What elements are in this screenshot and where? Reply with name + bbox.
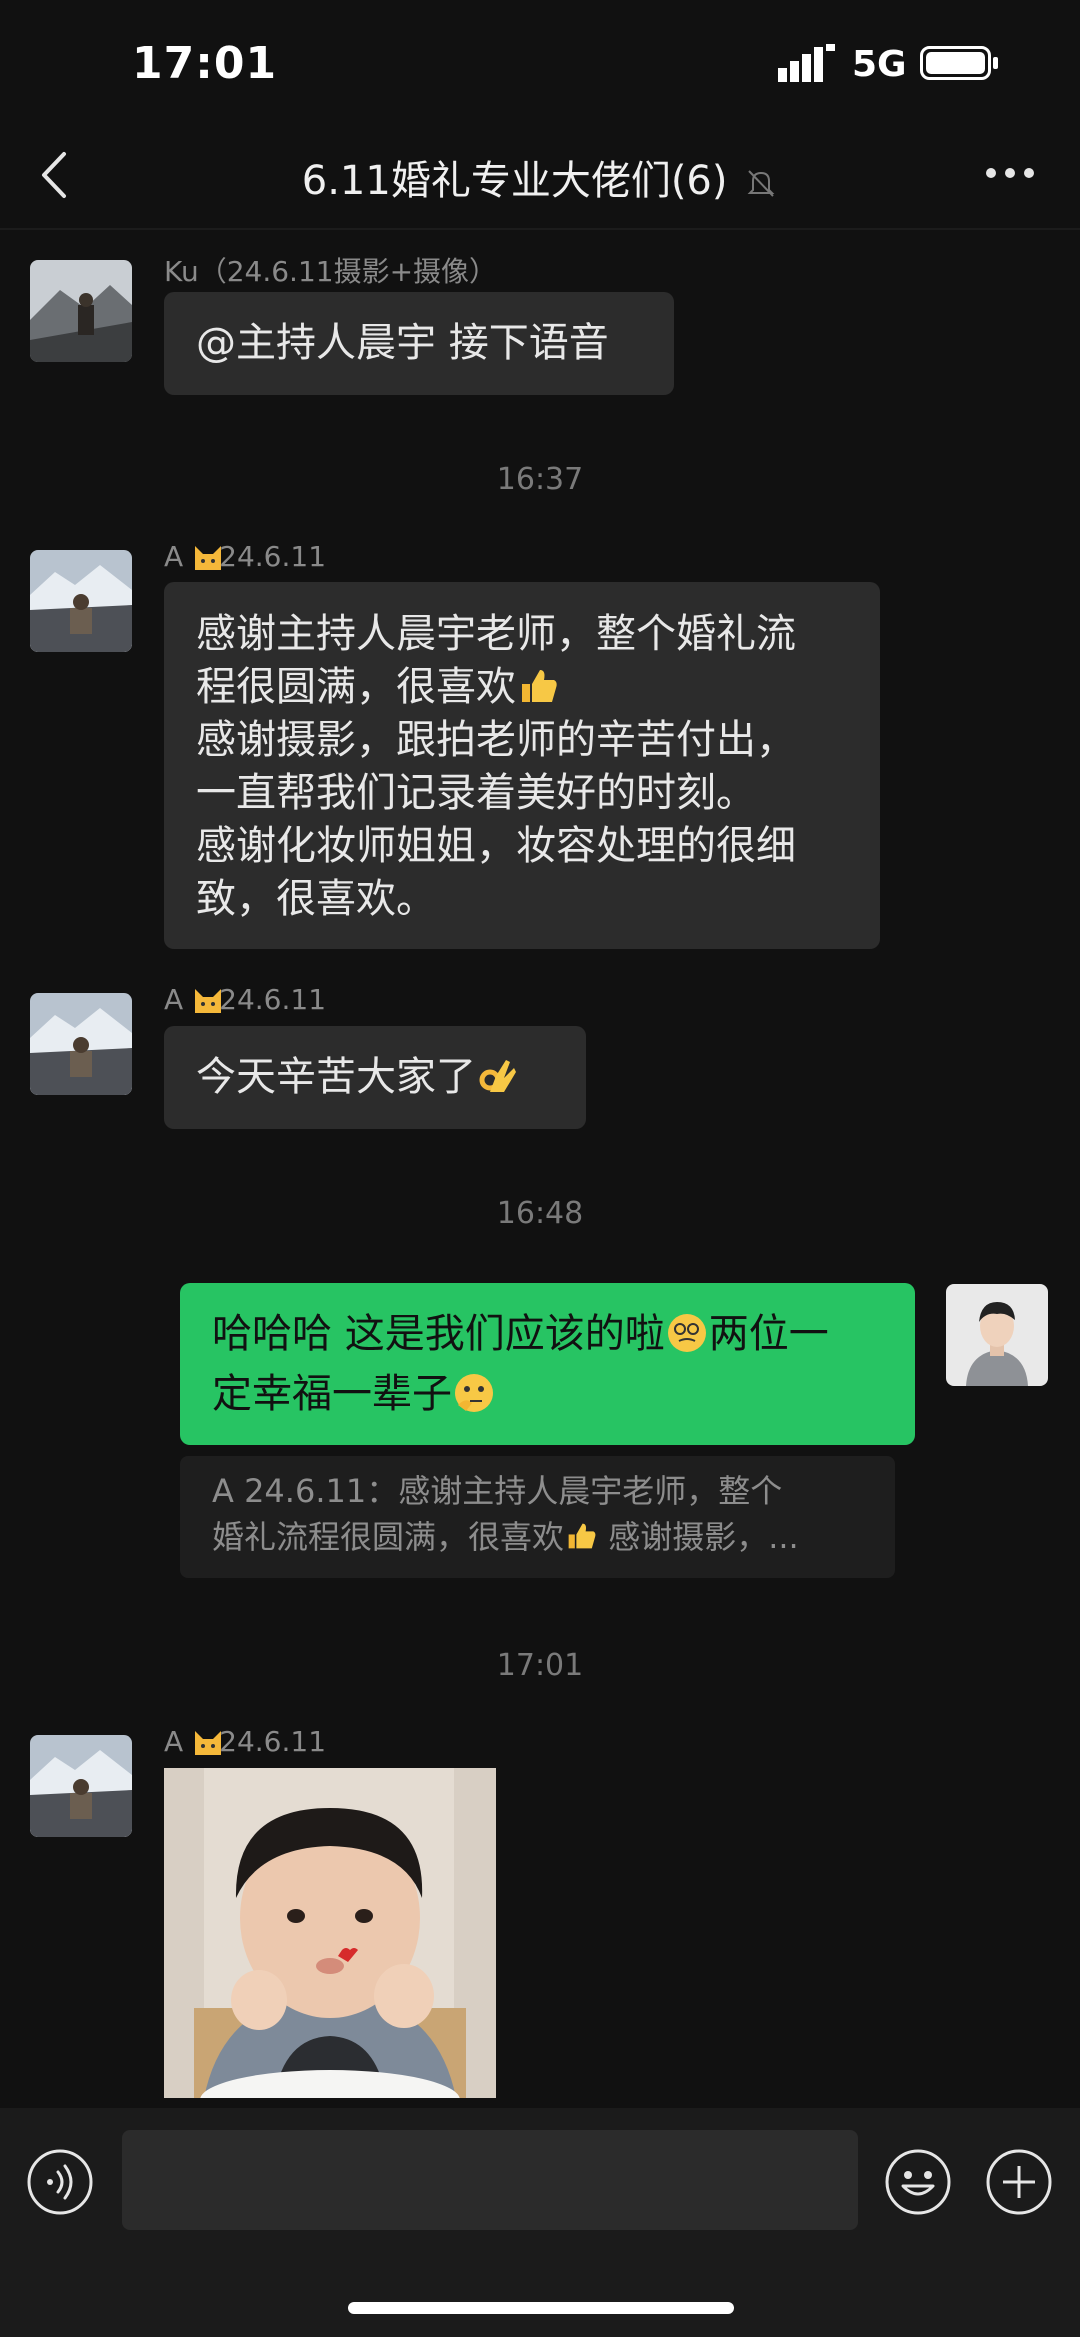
- cat-icon: [191, 1727, 225, 1761]
- signal-icon: [778, 44, 835, 82]
- message-line: 哈哈哈 这是我们应该的啦 两位一: [212, 1304, 883, 1364]
- thumbs-up-icon: [568, 1523, 596, 1549]
- home-indicator: [348, 2302, 734, 2314]
- battery-icon: [920, 46, 998, 80]
- plus-icon[interactable]: [985, 2148, 1053, 2216]
- sender-name-text: A 24.6.11: [164, 540, 326, 573]
- message-line: 感谢摄影，跟拍老师的辛苦付出，: [196, 717, 796, 763]
- ok-hand-icon: [479, 1060, 516, 1092]
- nav-divider: [0, 228, 1080, 230]
- cat-icon: [191, 985, 225, 1019]
- thinking-face-icon: [455, 1374, 493, 1412]
- quote-line: A 24.6.11：感谢主持人晨宇老师，整个: [212, 1468, 863, 1514]
- thinking-face-icon: [667, 1314, 706, 1352]
- avatar-image: [30, 1735, 132, 1837]
- sender-name: A 24.6.11: [164, 1725, 326, 1758]
- thumbs-up-icon: [522, 670, 557, 702]
- network-label: 5G: [852, 44, 907, 85]
- message-bubble[interactable]: 感谢主持人晨宇老师，整个婚礼流 程很圆满，很喜欢 感谢摄影，跟拍老师的辛苦付出，…: [164, 582, 880, 949]
- timestamp: 16:48: [496, 1196, 584, 1231]
- cat-icon: [191, 542, 225, 576]
- quote-line-text: 感谢摄影，...: [598, 1518, 799, 1556]
- message-line: 程很圆满，很喜欢: [196, 661, 848, 714]
- avatar-image: [946, 1284, 1048, 1386]
- message-line-text: 程很圆满，很喜欢: [196, 664, 516, 710]
- message-bubble[interactable]: 今天辛苦大家了: [164, 1026, 586, 1129]
- message-text: 今天辛苦大家了: [196, 1054, 476, 1100]
- bell-off-icon: [747, 170, 775, 197]
- message-input[interactable]: [122, 2130, 858, 2230]
- avatar-image: [30, 550, 132, 652]
- more-dots-icon[interactable]: [985, 165, 1035, 181]
- message-bubble[interactable]: @主持人晨宇 接下语音: [164, 292, 674, 395]
- message-line-text: 哈哈哈 这是我们应该的啦: [212, 1311, 665, 1357]
- voice-icon[interactable]: [26, 2148, 94, 2216]
- avatar-a[interactable]: [30, 550, 132, 652]
- message-line: 定幸福一辈子: [212, 1364, 883, 1424]
- avatar-image: [30, 993, 132, 1095]
- timestamp: 16:37: [496, 462, 584, 497]
- emoji-icon[interactable]: [884, 2148, 952, 2216]
- baby-photo: [164, 1768, 496, 2098]
- quote-line-text: 婚礼流程很圆满，很喜欢: [212, 1518, 565, 1556]
- my-message-bubble[interactable]: 哈哈哈 这是我们应该的啦 两位一 定幸福一辈子: [180, 1283, 915, 1445]
- avatar-a[interactable]: [30, 1735, 132, 1837]
- sender-name: A 24.6.11: [164, 540, 326, 573]
- message-line-text: 定幸福一辈子: [212, 1371, 452, 1417]
- avatar-ku[interactable]: [30, 260, 132, 362]
- sender-date: 24.6.11: [219, 983, 327, 1016]
- sender-name: A 24.6.11: [164, 983, 326, 1016]
- timestamp: 17:01: [496, 1648, 584, 1683]
- message-line: 感谢主持人晨宇老师，整个婚礼流: [196, 611, 796, 657]
- sender-initial: A: [164, 983, 184, 1016]
- avatar-image: [30, 260, 132, 362]
- message-line-text: 两位一: [708, 1311, 829, 1357]
- message-line: 一直帮我们记录着美好的时刻。: [196, 770, 756, 816]
- sender-initial: A: [164, 1725, 184, 1758]
- message-line: 致，很喜欢。: [196, 876, 436, 922]
- sender-date: 24.6.11: [219, 540, 327, 573]
- sender-name-text: A 24.6.11: [164, 1725, 326, 1758]
- sender-date: 24.6.11: [219, 1725, 327, 1758]
- message-text: @主持人晨宇 接下语音: [196, 320, 609, 366]
- quote-line-text: A 24.6.11：感谢主持人晨宇老师，整个: [212, 1472, 783, 1510]
- image-message[interactable]: [164, 1768, 496, 2098]
- message-line: 感谢化妆师姐姐，妆容处理的很细: [196, 823, 796, 869]
- chat-title: 6.11婚礼专业大佬们(6): [0, 148, 1080, 206]
- sender-initial: A: [164, 540, 184, 573]
- sender-name: Ku（24.6.11摄影+摄像）: [164, 255, 498, 288]
- chat-title-text: 6.11婚礼专业大佬们(6): [301, 158, 728, 204]
- sender-name-text: A 24.6.11: [164, 983, 326, 1016]
- avatar-a[interactable]: [30, 993, 132, 1095]
- status-time: 17:01: [132, 38, 278, 89]
- avatar-me[interactable]: [946, 1284, 1048, 1386]
- quote-line: 婚礼流程很圆满，很喜欢 感谢摄影，...: [212, 1514, 863, 1560]
- quoted-message[interactable]: A 24.6.11：感谢主持人晨宇老师，整个 婚礼流程很圆满，很喜欢 感谢摄影，…: [180, 1456, 895, 1578]
